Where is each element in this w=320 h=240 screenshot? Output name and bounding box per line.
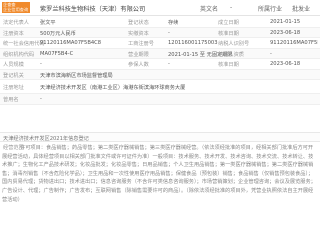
row-label: 实缴资本 [128, 30, 149, 37]
row-label: 纳税人识别号 [218, 41, 250, 47]
table-row: 注册资本 500万元人民币 实缴资本 - 核准日期 2023-06-18 [0, 27, 320, 38]
row-label: 参保人数 [128, 62, 149, 68]
row-label: 登记状态 [128, 20, 149, 26]
row-label: 曾用名 [3, 97, 19, 103]
legal-representative-link[interactable]: 张文平 [40, 19, 56, 26]
row-value: 120116001175003 [168, 40, 218, 46]
row-label: 纳税人资质 [218, 51, 244, 58]
table-row: 登记机关 天津市滨海新区市场监督管理局 [0, 69, 320, 80]
row-value: - [40, 61, 42, 67]
table-row: 曾用名 - [0, 94, 320, 105]
address-link[interactable]: 天津经济技术开发区（南港工业区）海港东街滨海环球商务大厦 [40, 84, 310, 91]
row-label: 注册地址 [3, 85, 24, 91]
table-row: 法定代表人 张文平 登记状态 存续 成立日期 2021-01-15 [0, 17, 320, 28]
english-name-value: - [230, 4, 233, 11]
table-row: 组织机构代码 MA07F5B4-C 营业期限 2021-01-15 至 无固定期… [0, 48, 320, 59]
english-name-label: 英文名 [200, 6, 219, 13]
table-row: 注册地址 天津经济技术开发区（南港工业区）海港东街滨海环球商务大厦 [0, 80, 320, 94]
business-scope-label: 经营范围 [3, 145, 24, 151]
logo-subtitle: 企业信用查询 [3, 7, 29, 12]
business-scope-text: 许可项目：食品销售；药品零售；第二类医疗器械销售；第三类医疗器械经营。（依法须经… [2, 145, 316, 203]
row-value: 91120116MA07F5B4C8 [40, 40, 102, 46]
section-bar: 天津经济技术开发区2021年信息登记 [0, 132, 320, 142]
industry-label: 所属行业 [258, 6, 283, 13]
row-value: 91120116MA07F5B4C8 [270, 40, 318, 46]
row-value: 2023-06-18 [270, 61, 301, 67]
page-header: 企查查 企业信用查询 紫罗兰科技生物科技（天津）有限公司 英文名 - 所属行业 … [0, 0, 320, 16]
row-value: - [40, 96, 42, 102]
section-title: 天津经济技术开发区2021年信息登记 [3, 136, 89, 142]
row-label: 人员规模 [3, 62, 24, 68]
row-label: 统一社会信用代码 [3, 41, 45, 47]
industry-value: 批发业 [292, 6, 311, 13]
row-label: 注册资本 [3, 30, 24, 37]
company-name: 紫罗兰科技生物科技（天津）有限公司 [40, 6, 146, 13]
table-row: 人员规模 - 参保人数 - 核准日期 2023-06-18 [0, 59, 320, 70]
table-row: 统一社会信用代码 91120116MA07F5B4C8 工商注册号 120116… [0, 38, 320, 49]
info-table: 法定代表人 张文平 登记状态 存续 成立日期 2021-01-15 注册资本 5… [0, 17, 320, 105]
row-label: 营业期限 [128, 51, 149, 58]
row-label: 核准日期 [218, 30, 239, 37]
row-value: 天津市滨海新区市场监督管理局 [40, 72, 113, 79]
row-value: MA07F5B4-C [40, 50, 74, 57]
row-value: - [168, 61, 170, 67]
row-value: 2023-06-18 [270, 29, 301, 36]
row-value: 存续 [168, 20, 179, 26]
brand-logo[interactable]: 企查查 企业信用查询 [2, 2, 30, 13]
row-label: 登记机关 [3, 72, 24, 79]
row-label: 法定代表人 [3, 20, 29, 26]
row-label: 核准日期 [218, 62, 239, 68]
row-value: 500万元人民币 [40, 30, 76, 37]
business-scope: 许可项目：食品销售；药品零售；第二类医疗器械销售；第三类医疗器械经营。（依法须经… [2, 144, 318, 238]
row-label: 成立日期 [218, 20, 239, 26]
row-value: 2021-01-15 [270, 19, 301, 25]
row-value: - [168, 29, 170, 36]
row-label: 工商注册号 [128, 41, 154, 47]
row-label: 组织机构代码 [3, 51, 35, 58]
row-value: - [270, 50, 272, 57]
